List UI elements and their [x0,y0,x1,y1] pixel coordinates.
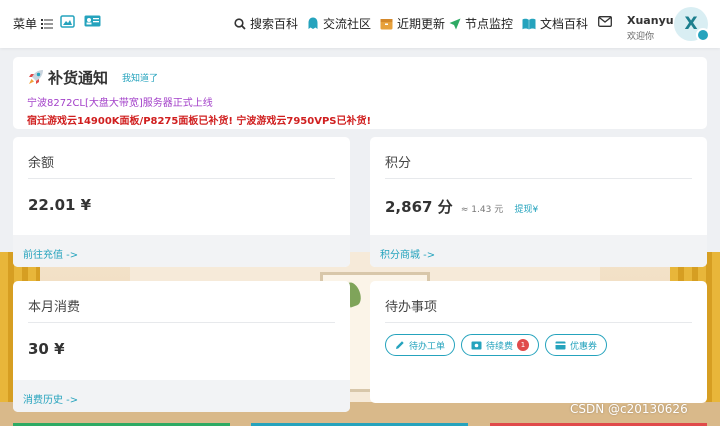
user-info[interactable]: Xuanyu 欢迎你 [627,14,674,42]
card-title: 余额 [28,156,55,171]
id-card-icon [84,15,101,27]
avatar-badge-icon [696,28,710,42]
recharge-link[interactable]: 前往充值 -> [13,235,350,267]
book-icon [522,18,536,29]
image-icon [60,15,75,28]
button-label: 待办工单 [409,341,446,352]
messages-button[interactable] [598,16,612,27]
notice-line-launch: 宁波8272CL[大盘大带宽]服务器正式上线 [27,98,213,109]
notice-line-restock: 宿迁游戏云14900K面板/P8275面板已补货! 宁波游戏云7950VPS已补… [27,116,372,127]
notice-title: 补货通知 [48,69,109,87]
points-mall-link[interactable]: 积分商城 -> [370,235,707,267]
id-card-icon-button[interactable] [84,15,101,27]
balance-value: 22.01 ¥ [28,196,92,214]
notice-ack-link[interactable]: 我知道了 [122,71,158,84]
card-title: 本月消费 [28,300,81,315]
nav-node-monitor[interactable]: 节点监控 [449,15,513,32]
rocket-icon [29,70,43,84]
paper-plane-icon [449,18,461,29]
nav-label: 文档百科 [540,17,589,31]
list-icon [41,19,54,29]
nav-community[interactable]: 交流社区 [307,15,371,32]
gallery-icon-button[interactable] [60,15,75,28]
pending-renewal-button[interactable]: 待续费 1 [461,334,540,356]
nav-search-wiki[interactable]: 搜索百科 [234,15,298,32]
points-value: 2,867 分 [385,198,453,216]
monthly-spend-card: 本月消费 30 ¥ 消费历史 -> [13,281,350,412]
ghost-icon [308,17,318,29]
nav-label: 搜索百科 [250,17,299,31]
menu-button[interactable]: 菜单 [13,15,54,32]
points-value-row: 2,867 分 ≈ 1.43 元 提现¥ [385,196,538,217]
avatar[interactable]: X [674,7,710,42]
menu-label: 菜单 [13,17,38,31]
todo-card: 待办事项 待办工单 待续费 1 优惠券 [370,281,707,403]
renewal-count-badge: 1 [517,339,530,351]
nav-label: 近期更新 [397,17,446,31]
pending-tickets-button[interactable]: 待办工单 [385,334,456,356]
card-title: 积分 [385,156,412,171]
nav-label: 节点监控 [465,17,514,31]
top-navbar: 菜单 搜索百科 交流社区 近期更新 节点监控 文档百科 Xuanyu 欢迎你 X [0,0,720,48]
mail-icon [598,16,612,27]
points-equivalent: ≈ 1.43 元 [460,205,504,215]
monthly-spend-value: 30 ¥ [28,340,65,358]
nav-recent-updates[interactable]: 近期更新 [380,15,445,32]
box-icon [380,18,393,29]
coupons-button[interactable]: 优惠券 [545,334,608,356]
spend-history-link[interactable]: 消费历史 -> [13,380,350,412]
restock-notice: 补货通知 我知道了 宁波8272CL[大盘大带宽]服务器正式上线 宿迁游戏云14… [13,57,707,129]
card-icon [555,341,566,349]
button-label: 优惠券 [570,341,598,352]
user-greeting: 欢迎你 [627,32,655,42]
avatar-letter: X [684,14,698,34]
search-icon [234,17,246,30]
ticket-icon [471,341,482,349]
balance-card: 余额 22.01 ¥ 前往充值 -> [13,137,350,267]
nav-label: 交流社区 [323,17,372,31]
withdraw-link[interactable]: 提现¥ [514,205,538,215]
button-label: 待续费 [486,341,514,352]
points-card: 积分 2,867 分 ≈ 1.43 元 提现¥ 积分商城 -> [370,137,707,267]
nav-docs-wiki[interactable]: 文档百科 [522,15,588,32]
card-title: 待办事项 [385,300,438,315]
watermark: CSDN @c20130626 [570,402,688,416]
pencil-icon [396,341,404,349]
user-name: Xuanyu [627,14,674,27]
